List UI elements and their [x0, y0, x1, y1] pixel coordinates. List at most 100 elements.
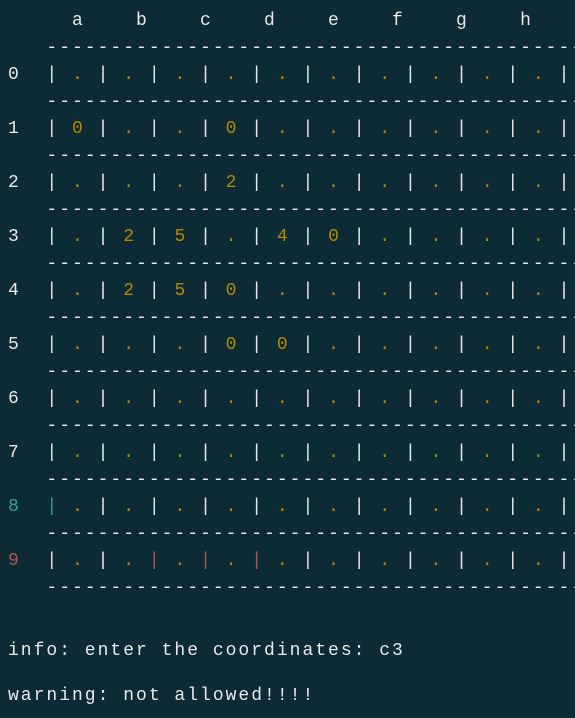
grid-cell-empty[interactable]: . [418, 497, 456, 517]
grid-cell-empty[interactable]: . [59, 65, 97, 85]
grid-cell-empty[interactable]: . [520, 497, 558, 517]
grid-cell-value[interactable]: 5 [162, 227, 200, 247]
grid-cell-empty[interactable]: . [418, 173, 456, 193]
grid-cell-empty[interactable]: . [367, 551, 405, 571]
grid-cell-empty[interactable]: . [264, 119, 302, 139]
grid-cell-empty[interactable]: . [315, 335, 353, 355]
grid-cell-empty[interactable]: . [418, 551, 456, 571]
grid-cell-empty[interactable]: . [469, 389, 507, 409]
grid-cell-empty[interactable]: . [162, 65, 200, 85]
grid-cell-empty[interactable]: . [520, 119, 558, 139]
grid-cell-empty[interactable]: . [367, 281, 405, 301]
grid-cell-empty[interactable]: . [418, 227, 456, 247]
grid-cell-empty[interactable]: . [59, 281, 97, 301]
grid-cell-empty[interactable]: . [110, 65, 148, 85]
grid-cell-empty[interactable]: . [110, 389, 148, 409]
grid-cell-empty[interactable]: . [264, 281, 302, 301]
grid-cell-value[interactable]: 2 [110, 227, 148, 247]
grid-cell-empty[interactable]: . [520, 281, 558, 301]
grid-cell-value[interactable]: 5 [162, 281, 200, 301]
grid-cell-empty[interactable]: . [367, 335, 405, 355]
grid-cell-value[interactable]: 4 [264, 227, 302, 247]
grid-cell-empty[interactable]: . [59, 227, 97, 247]
grid-cell-value[interactable]: 0 [315, 227, 353, 247]
grid-cell-empty[interactable]: . [162, 119, 200, 139]
grid-cell-empty[interactable]: . [213, 227, 251, 247]
grid-cell-empty[interactable]: . [520, 335, 558, 355]
grid-cell-empty[interactable]: . [110, 497, 148, 517]
grid-cell-empty[interactable]: . [418, 443, 456, 463]
grid-cell-empty[interactable]: . [264, 443, 302, 463]
grid-cell-empty[interactable]: . [59, 173, 97, 193]
grid-cell-empty[interactable]: . [367, 389, 405, 409]
grid-cell-empty[interactable]: . [59, 335, 97, 355]
grid-cell-empty[interactable]: . [315, 119, 353, 139]
grid-cell-empty[interactable]: . [264, 551, 302, 571]
grid-cell-empty[interactable]: . [110, 443, 148, 463]
grid-cell-empty[interactable]: . [110, 173, 148, 193]
grid-cell-empty[interactable]: . [59, 389, 97, 409]
grid-cell-empty[interactable]: . [264, 173, 302, 193]
grid-cell-empty[interactable]: . [469, 65, 507, 85]
grid-cell-empty[interactable]: . [418, 119, 456, 139]
grid-cell-empty[interactable]: . [315, 497, 353, 517]
grid-cell-empty[interactable]: . [162, 335, 200, 355]
grid-cell-empty[interactable]: . [367, 227, 405, 247]
grid-cell-empty[interactable]: . [469, 281, 507, 301]
grid-cell-empty[interactable]: . [520, 227, 558, 247]
grid-cell-empty[interactable]: . [213, 443, 251, 463]
grid-cell-empty[interactable]: . [418, 389, 456, 409]
grid-cell-empty[interactable]: . [469, 443, 507, 463]
grid-cell-empty[interactable]: . [162, 389, 200, 409]
grid-cell-value[interactable]: 0 [213, 281, 251, 301]
grid-cell-empty[interactable]: . [418, 281, 456, 301]
grid-cell-empty[interactable]: . [367, 497, 405, 517]
grid-cell-empty[interactable]: . [520, 551, 558, 571]
grid-cell-empty[interactable]: . [469, 173, 507, 193]
grid-cell-empty[interactable]: . [469, 119, 507, 139]
grid-cell-empty[interactable]: . [162, 551, 200, 571]
grid-cell-empty[interactable]: . [315, 389, 353, 409]
grid-cell-empty[interactable]: . [469, 227, 507, 247]
grid-cell-empty[interactable]: . [59, 497, 97, 517]
grid-cell-value[interactable]: 0 [264, 335, 302, 355]
grid-cell-value[interactable]: 2 [213, 173, 251, 193]
grid-cell-empty[interactable]: . [469, 497, 507, 517]
grid-cell-empty[interactable]: . [469, 551, 507, 571]
grid-cell-value[interactable]: 0 [213, 335, 251, 355]
grid-cell-empty[interactable]: . [418, 335, 456, 355]
grid-cell-empty[interactable]: . [520, 443, 558, 463]
grid-cell-empty[interactable]: . [213, 497, 251, 517]
grid-cell-empty[interactable]: . [110, 119, 148, 139]
grid-cell-empty[interactable]: . [315, 173, 353, 193]
grid-cell-value[interactable]: 0 [59, 119, 97, 139]
grid-cell-empty[interactable]: . [520, 389, 558, 409]
grid-cell-empty[interactable]: . [264, 389, 302, 409]
grid-cell-empty[interactable]: . [59, 551, 97, 571]
grid-cell-empty[interactable]: . [315, 65, 353, 85]
grid-cell-empty[interactable]: . [213, 389, 251, 409]
grid-cell-empty[interactable]: . [162, 173, 200, 193]
grid-cell-empty[interactable]: . [162, 443, 200, 463]
grid-cell-empty[interactable]: . [315, 281, 353, 301]
grid-cell-empty[interactable]: . [520, 173, 558, 193]
grid-cell-empty[interactable]: . [315, 443, 353, 463]
grid-cell-empty[interactable]: . [264, 65, 302, 85]
grid-cell-empty[interactable]: . [469, 335, 507, 355]
grid-cell-empty[interactable]: . [520, 65, 558, 85]
grid-cell-empty[interactable]: . [315, 551, 353, 571]
grid-cell-value[interactable]: 0 [213, 119, 251, 139]
grid-cell-empty[interactable]: . [162, 497, 200, 517]
grid-cell-empty[interactable]: . [213, 65, 251, 85]
grid-cell-empty[interactable]: . [264, 497, 302, 517]
grid-cell-empty[interactable]: . [110, 335, 148, 355]
grid-cell-empty[interactable]: . [110, 551, 148, 571]
grid-cell-empty[interactable]: . [367, 119, 405, 139]
grid-cell-empty[interactable]: . [367, 65, 405, 85]
grid-cell-empty[interactable]: . [367, 173, 405, 193]
grid-cell-empty[interactable]: . [367, 443, 405, 463]
grid-cell-empty[interactable]: . [213, 551, 251, 571]
grid-cell-empty[interactable]: . [418, 65, 456, 85]
grid-cell-empty[interactable]: . [59, 443, 97, 463]
grid-cell-value[interactable]: 2 [110, 281, 148, 301]
